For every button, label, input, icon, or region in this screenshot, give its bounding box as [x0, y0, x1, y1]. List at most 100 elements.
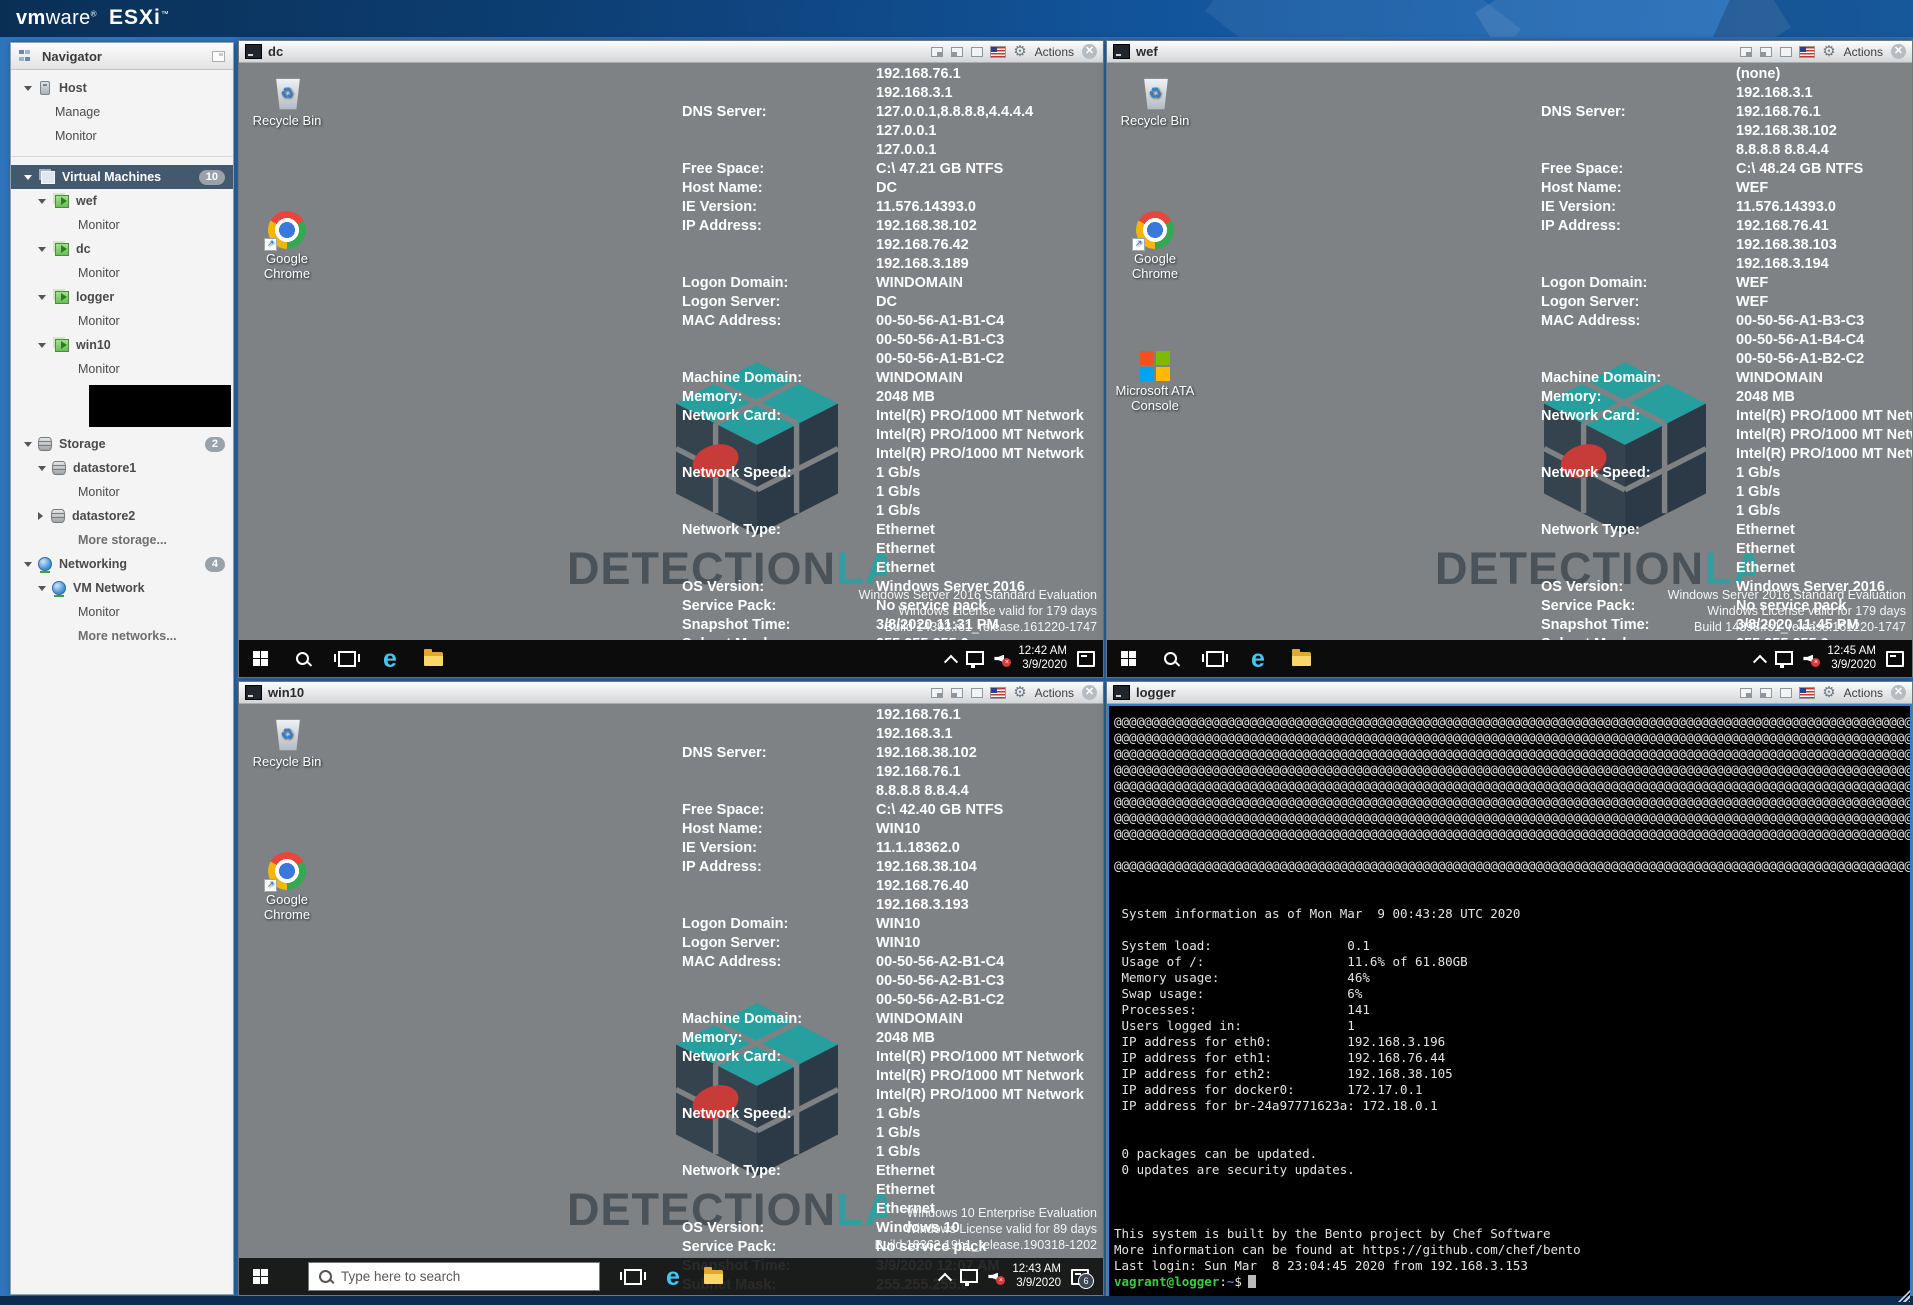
- restore-window-icon[interactable]: [931, 688, 943, 698]
- network-tray-icon[interactable]: [960, 1269, 978, 1283]
- vm-console-wef[interactable]: DETECTIONLAB Recycle BinGoogle ChromeMic…: [1107, 63, 1912, 677]
- internet-explorer-icon[interactable]: e: [383, 644, 397, 674]
- expand-arrow-icon[interactable]: [24, 86, 32, 91]
- sidebar-item-more-networks-[interactable]: More networks...: [11, 624, 233, 648]
- taskbar-clock[interactable]: 12:45 AM 3/9/2020: [1827, 645, 1876, 672]
- vm-console-logger[interactable]: @@@@@@@@@@@@@@@@@@@@@@@@@@@@@@@@@@@@@@@@…: [1107, 704, 1912, 1304]
- taskbar-clock[interactable]: 12:42 AM 3/9/2020: [1018, 645, 1067, 672]
- sidebar-item-storage[interactable]: Storage2: [11, 432, 233, 456]
- tray-chevron-icon[interactable]: [1753, 654, 1767, 668]
- window-titlebar-logger[interactable]: logger ⚙ Actions ✕: [1107, 682, 1912, 704]
- gear-icon[interactable]: ⚙: [1822, 685, 1835, 700]
- keyboard-layout-flag-icon[interactable]: [1800, 688, 1814, 698]
- keyboard-layout-flag-icon[interactable]: [991, 47, 1005, 57]
- start-button[interactable]: [1121, 651, 1136, 666]
- volume-muted-icon[interactable]: [994, 653, 1008, 665]
- restore-window-icon[interactable]: [931, 47, 943, 57]
- sidebar-item-logger[interactable]: logger: [11, 285, 233, 309]
- search-input[interactable]: Type here to search: [308, 1262, 600, 1291]
- gear-icon[interactable]: ⚙: [1013, 44, 1026, 59]
- expand-arrow-icon[interactable]: [24, 175, 32, 180]
- expand-arrow-icon[interactable]: [24, 562, 32, 567]
- sidebar-item-monitor[interactable]: Monitor: [11, 124, 233, 148]
- sidebar-item-host[interactable]: Host: [11, 76, 233, 100]
- vm-console-win10[interactable]: DETECTIONLAB Recycle BinGoogle Chrome 19…: [239, 704, 1103, 1295]
- expand-arrow-icon[interactable]: [38, 466, 46, 471]
- vm-console-dc[interactable]: DETECTIONLAB Recycle BinGoogle Chrome 19…: [239, 63, 1103, 677]
- restore-window-icon[interactable]: [1740, 47, 1752, 57]
- actions-menu[interactable]: Actions: [1035, 686, 1074, 700]
- popout-window-icon[interactable]: [951, 688, 963, 698]
- expand-arrow-icon[interactable]: [38, 247, 46, 252]
- close-icon[interactable]: ✕: [1891, 44, 1906, 59]
- sidebar-item-monitor[interactable]: Monitor: [11, 600, 233, 624]
- expand-arrow-icon[interactable]: [24, 442, 32, 447]
- tray-chevron-icon[interactable]: [938, 1272, 952, 1286]
- sidebar-item-datastore2[interactable]: datastore2: [11, 504, 233, 528]
- network-tray-icon[interactable]: [966, 651, 984, 665]
- expand-arrow-icon[interactable]: [38, 586, 46, 591]
- popout-window-icon[interactable]: [951, 47, 963, 57]
- start-button[interactable]: [253, 1269, 268, 1284]
- file-explorer-icon[interactable]: [704, 1270, 723, 1284]
- maximize-window-icon[interactable]: [971, 47, 983, 57]
- popout-icon[interactable]: [212, 51, 225, 62]
- gear-icon[interactable]: ⚙: [1013, 685, 1026, 700]
- sidebar-item-wef[interactable]: wef: [11, 189, 233, 213]
- file-explorer-icon[interactable]: [424, 652, 443, 666]
- restore-window-icon[interactable]: [1740, 688, 1752, 698]
- window-titlebar-win10[interactable]: win10 ⚙ Actions ✕: [239, 682, 1103, 704]
- start-button[interactable]: [253, 651, 268, 666]
- sidebar-item-manage[interactable]: Manage: [11, 100, 233, 124]
- task-view-icon[interactable]: [1206, 651, 1224, 667]
- sidebar-item-virtual-machines[interactable]: Virtual Machines10: [11, 165, 233, 189]
- window-titlebar-dc[interactable]: dc ⚙ Actions ✕: [239, 41, 1103, 63]
- popout-window-icon[interactable]: [1760, 47, 1772, 57]
- window-titlebar-wef[interactable]: wef ⚙ Actions ✕: [1107, 41, 1912, 63]
- close-icon[interactable]: ✕: [1082, 44, 1097, 59]
- volume-muted-icon[interactable]: [988, 1271, 1002, 1283]
- actions-menu[interactable]: Actions: [1844, 686, 1883, 700]
- sidebar-item-networking[interactable]: Networking4: [11, 552, 233, 576]
- task-view-icon[interactable]: [338, 651, 356, 667]
- tray-chevron-icon[interactable]: [944, 654, 958, 668]
- keyboard-layout-flag-icon[interactable]: [1800, 47, 1814, 57]
- gear-icon[interactable]: ⚙: [1822, 44, 1835, 59]
- sidebar-item-monitor[interactable]: Monitor: [11, 213, 233, 237]
- sidebar-item-vm-network[interactable]: VM Network: [11, 576, 233, 600]
- expand-arrow-icon[interactable]: [38, 343, 46, 348]
- taskbar-clock[interactable]: 12:43 AM 3/9/2020: [1012, 1263, 1061, 1290]
- sidebar-item-monitor[interactable]: Monitor: [11, 480, 233, 504]
- sidebar-item-monitor[interactable]: Monitor: [11, 357, 233, 381]
- edge-icon[interactable]: e: [666, 1262, 680, 1292]
- terminal[interactable]: @@@@@@@@@@@@@@@@@@@@@@@@@@@@@@@@@@@@@@@@…: [1107, 704, 1912, 1304]
- file-explorer-icon[interactable]: [1292, 652, 1311, 666]
- actions-menu[interactable]: Actions: [1035, 45, 1074, 59]
- task-view-icon[interactable]: [624, 1269, 642, 1285]
- maximize-window-icon[interactable]: [1780, 688, 1792, 698]
- expand-arrow-icon[interactable]: [38, 512, 43, 520]
- sidebar-item-win10[interactable]: win10: [11, 333, 233, 357]
- maximize-window-icon[interactable]: [1780, 47, 1792, 57]
- search-icon[interactable]: [1163, 651, 1179, 667]
- search-icon[interactable]: [295, 651, 311, 667]
- expand-arrow-icon[interactable]: [38, 199, 46, 204]
- popout-window-icon[interactable]: [1760, 688, 1772, 698]
- close-icon[interactable]: ✕: [1891, 685, 1906, 700]
- close-icon[interactable]: ✕: [1082, 685, 1097, 700]
- sidebar-item-monitor[interactable]: Monitor: [11, 309, 233, 333]
- action-center-icon[interactable]: [1077, 651, 1095, 667]
- expand-arrow-icon[interactable]: [38, 295, 46, 300]
- actions-menu[interactable]: Actions: [1844, 45, 1883, 59]
- sidebar-item-more-storage-[interactable]: More storage...: [11, 528, 233, 552]
- sidebar-item-monitor[interactable]: Monitor: [11, 261, 233, 285]
- internet-explorer-icon[interactable]: e: [1251, 644, 1265, 674]
- maximize-window-icon[interactable]: [971, 688, 983, 698]
- sidebar-item-datastore1[interactable]: datastore1: [11, 456, 233, 480]
- keyboard-layout-flag-icon[interactable]: [991, 688, 1005, 698]
- action-center-icon[interactable]: [1886, 651, 1904, 667]
- action-center-icon[interactable]: 6: [1071, 1269, 1089, 1285]
- network-tray-icon[interactable]: [1775, 651, 1793, 665]
- sidebar-item-dc[interactable]: dc: [11, 237, 233, 261]
- volume-muted-icon[interactable]: [1803, 653, 1817, 665]
